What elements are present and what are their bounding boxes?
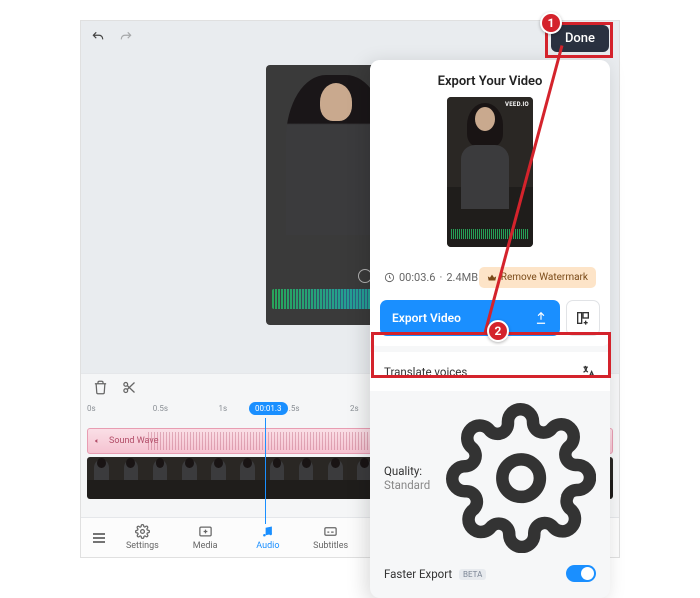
export-title: Export Your Video — [370, 74, 610, 89]
gear-icon[interactable] — [446, 403, 596, 553]
nav-media[interactable]: Media — [174, 524, 237, 551]
translate-icon — [581, 364, 596, 379]
nav-settings[interactable]: Settings — [111, 524, 174, 551]
save-as-template-button[interactable] — [566, 300, 600, 336]
split-clip-button[interactable] — [122, 380, 137, 399]
redo-button[interactable] — [119, 29, 133, 48]
nav-audio[interactable]: Audio — [237, 524, 300, 551]
clock-icon — [384, 272, 395, 283]
playhead-label: 00:01.3 — [249, 402, 288, 415]
watermark-text: VEED.IO — [505, 101, 529, 108]
faster-export-toggle[interactable] — [566, 565, 596, 582]
template-add-icon — [575, 310, 591, 326]
crown-icon — [487, 273, 497, 283]
playhead[interactable] — [265, 418, 266, 524]
delete-clip-button[interactable] — [93, 380, 108, 399]
export-video-button[interactable]: Export Video — [380, 300, 560, 336]
annotation-badge-1: 1 — [540, 12, 562, 34]
quality-row[interactable]: Quality: Standard — [370, 391, 610, 559]
annotation-badge-2: 2 — [487, 320, 509, 342]
topbar: Done — [81, 21, 619, 55]
export-meta: 00:03.6 · 2.4MB — [384, 271, 478, 284]
translate-voices-row[interactable]: Translate voices — [370, 352, 610, 391]
faster-export-label: Faster Export BETA — [384, 567, 486, 581]
upload-icon — [534, 311, 548, 325]
export-thumbnail: VEED.IO — [447, 97, 533, 247]
audio-icon — [94, 436, 104, 446]
nav-subtitles[interactable]: Subtitles — [299, 524, 362, 551]
menu-button[interactable] — [87, 530, 111, 546]
undo-button[interactable] — [91, 29, 105, 48]
